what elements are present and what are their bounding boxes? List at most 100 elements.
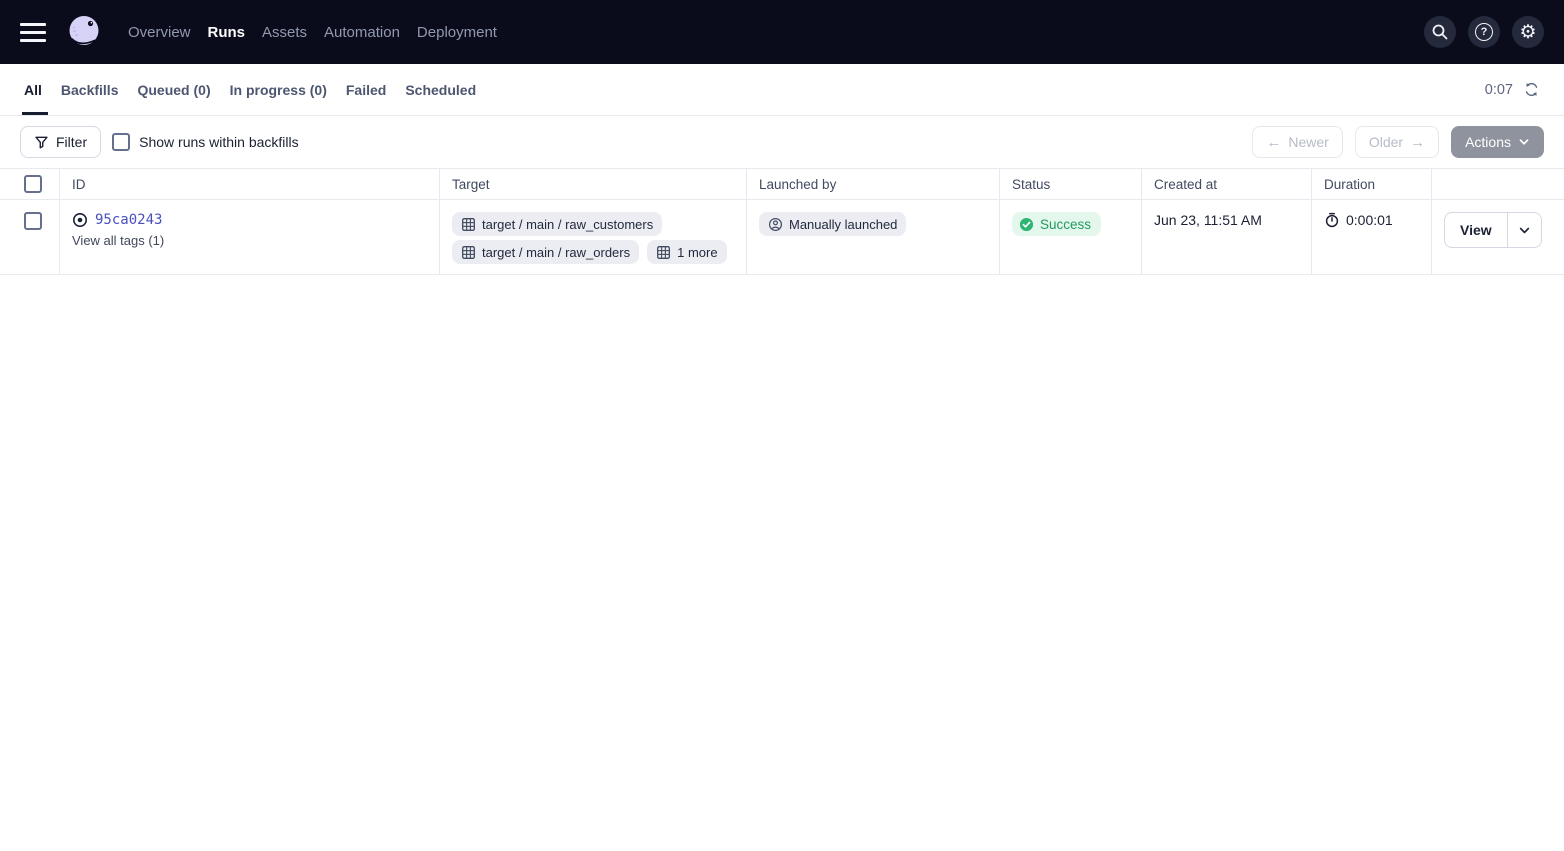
refresh-area: 0:07 [1485, 64, 1540, 115]
header-checkbox-cell [0, 169, 60, 199]
filter-funnel-icon [34, 135, 49, 150]
launched-by-label: Manually launched [789, 217, 897, 232]
settings-button[interactable]: ⚙ [1512, 16, 1544, 48]
top-nav: Overview Runs Assets Automation Deployme… [0, 0, 1564, 64]
asset-tag-label: target / main / raw_orders [482, 245, 630, 260]
nav-item-overview[interactable]: Overview [128, 24, 191, 41]
refresh-icon [1523, 81, 1540, 98]
asset-tag[interactable]: target / main / raw_orders [452, 240, 639, 264]
asset-tag-label: target / main / raw_customers [482, 217, 653, 232]
table-grid-icon [656, 245, 671, 260]
tab-in-progress[interactable]: In progress (0) [230, 64, 327, 115]
filter-button[interactable]: Filter [20, 126, 101, 158]
tab-all[interactable]: All [24, 64, 42, 115]
created-at-value: Jun 23, 11:51 AM [1154, 212, 1262, 228]
arrow-right-icon: → [1410, 135, 1425, 150]
column-header-id: ID [60, 169, 440, 199]
view-button[interactable]: View [1445, 213, 1508, 247]
arrow-left-icon: ← [1266, 135, 1281, 150]
launched-by-cell: Manually launched [747, 200, 1000, 274]
more-assets-tag[interactable]: 1 more [647, 240, 726, 264]
run-id-link[interactable]: 95ca0243 [95, 212, 162, 228]
table-grid-icon [461, 217, 476, 232]
table-grid-icon [461, 245, 476, 260]
check-circle-icon [1019, 217, 1034, 232]
chevron-down-icon [1518, 224, 1531, 237]
column-header-launched-by: Launched by [747, 169, 1000, 199]
more-assets-label: 1 more [677, 245, 717, 260]
run-id-line: 95ca0243 [72, 212, 162, 228]
runs-table: ID Target Launched by Status Created at … [0, 168, 1564, 275]
search-icon [1431, 23, 1449, 41]
column-header-target: Target [440, 169, 747, 199]
older-button[interactable]: Older → [1355, 126, 1439, 158]
tab-queued[interactable]: Queued (0) [137, 64, 210, 115]
column-header-created-at: Created at [1142, 169, 1312, 199]
status-badge: Success [1012, 212, 1101, 236]
gear-icon: ⚙ [1519, 23, 1536, 42]
show-runs-within-backfills-checkbox[interactable] [112, 133, 130, 151]
main-nav-links: Overview Runs Assets Automation Deployme… [128, 24, 497, 41]
duration-line: 0:00:01 [1324, 212, 1393, 228]
hamburger-icon [20, 39, 46, 42]
chevron-down-icon [1518, 136, 1530, 148]
dagster-octopus-icon [64, 12, 104, 52]
row-actions-cell: View [1432, 200, 1564, 274]
run-id-cell: 95ca0243 View all tags (1) [60, 200, 440, 274]
actions-button-label: Actions [1465, 134, 1511, 150]
newer-button[interactable]: ← Newer [1252, 126, 1342, 158]
table-header-row: ID Target Launched by Status Created at … [0, 168, 1564, 200]
help-button[interactable]: ? [1468, 16, 1500, 48]
tab-backfills[interactable]: Backfills [61, 64, 119, 115]
tab-failed[interactable]: Failed [346, 64, 386, 115]
nav-item-runs[interactable]: Runs [208, 24, 246, 41]
row-checkbox[interactable] [24, 212, 42, 230]
dagster-logo[interactable] [64, 12, 104, 52]
view-dropdown-button[interactable] [1508, 213, 1541, 247]
asset-tag[interactable]: target / main / raw_customers [452, 212, 662, 236]
runs-toolbar: Filter Show runs within backfills ← Newe… [0, 116, 1564, 168]
refresh-countdown: 0:07 [1485, 82, 1513, 98]
select-all-checkbox[interactable] [24, 175, 42, 193]
hamburger-icon [20, 23, 46, 26]
runs-tab-bar: All Backfills Queued (0) In progress (0)… [0, 64, 1564, 116]
column-header-duration: Duration [1312, 169, 1432, 199]
target-cell: target / main / raw_customers target / m… [440, 200, 747, 274]
status-cell: Success [1000, 200, 1142, 274]
help-glyph: ? [1481, 26, 1488, 38]
nav-item-deployment[interactable]: Deployment [417, 24, 497, 41]
view-all-tags-link[interactable]: View all tags (1) [72, 233, 164, 248]
actions-button[interactable]: Actions [1451, 126, 1544, 158]
older-button-label: Older [1369, 134, 1403, 150]
table-row: 95ca0243 View all tags (1) target / [0, 200, 1564, 275]
show-backfills-label: Show runs within backfills [139, 134, 299, 150]
help-icon: ? [1475, 23, 1493, 41]
pagination-actions: ← Newer Older → Actions [1252, 126, 1544, 158]
duration-value: 0:00:01 [1346, 212, 1393, 228]
status-label: Success [1040, 217, 1091, 232]
search-button[interactable] [1424, 16, 1456, 48]
nav-item-automation[interactable]: Automation [324, 24, 400, 41]
show-backfills-toggle: Show runs within backfills [112, 133, 299, 151]
hamburger-icon [20, 31, 46, 34]
target-tag-row: target / main / raw_customers [452, 212, 662, 236]
filter-button-label: Filter [56, 134, 87, 150]
column-header-status: Status [1000, 169, 1142, 199]
user-icon [768, 217, 783, 232]
created-at-cell: Jun 23, 11:51 AM [1142, 200, 1312, 274]
launched-by-tag[interactable]: Manually launched [759, 212, 906, 236]
row-checkbox-cell [0, 200, 60, 274]
app-root: Overview Runs Assets Automation Deployme… [0, 0, 1564, 851]
nav-item-assets[interactable]: Assets [262, 24, 307, 41]
duration-cell: 0:00:01 [1312, 200, 1432, 274]
refresh-button[interactable] [1523, 81, 1540, 98]
target-tag-row: target / main / raw_orders 1 more [452, 240, 727, 264]
hamburger-menu-button[interactable] [20, 16, 48, 48]
run-status-icon [72, 212, 88, 228]
timer-icon [1324, 212, 1340, 228]
tab-scheduled[interactable]: Scheduled [405, 64, 476, 115]
column-header-actions [1432, 169, 1564, 199]
nav-right-actions: ? ⚙ [1424, 16, 1544, 48]
view-split-button: View [1444, 212, 1542, 248]
newer-button-label: Newer [1288, 134, 1328, 150]
